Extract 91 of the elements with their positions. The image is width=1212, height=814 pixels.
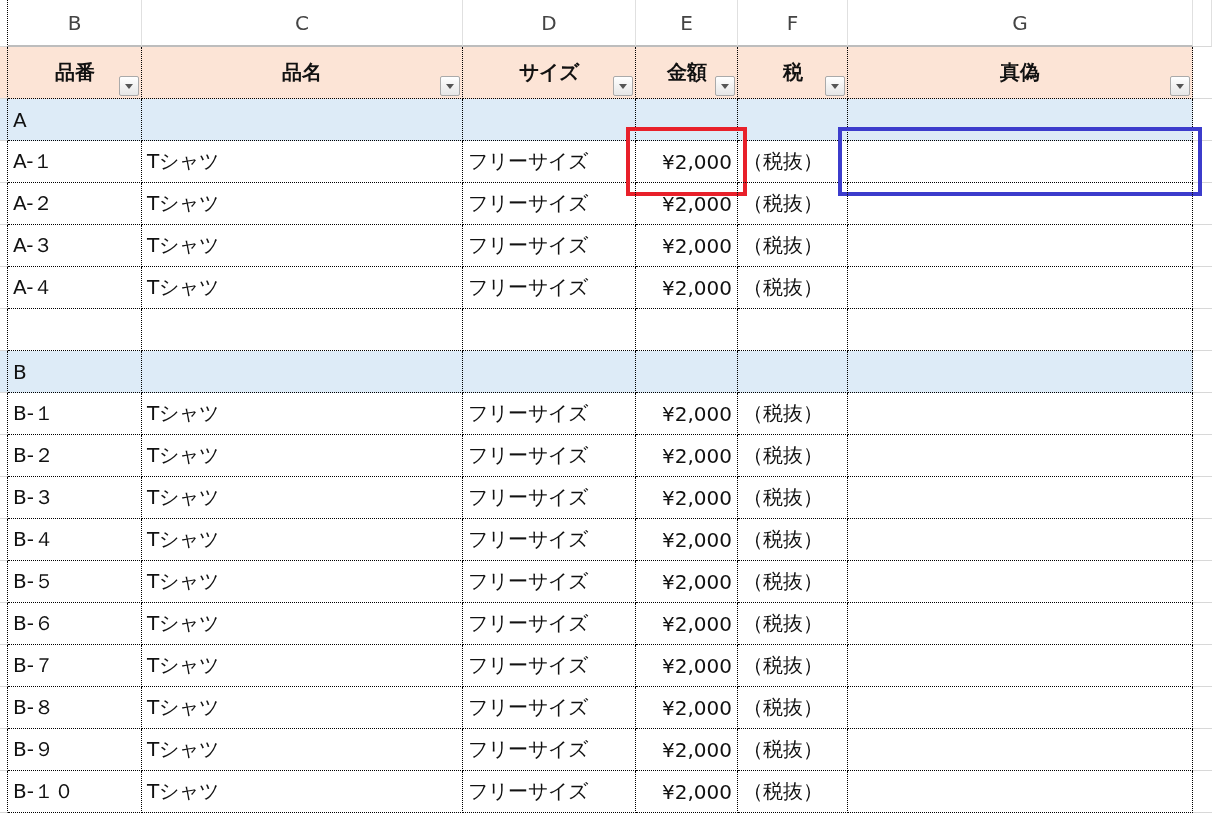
table-cell: B-３: [8, 477, 142, 519]
table-cell: B-９: [8, 729, 142, 771]
group-row-cell: A: [8, 99, 142, 141]
table-cell: ¥2,000: [636, 519, 738, 561]
table-cell: （税抜）: [738, 435, 848, 477]
table-cell: Tシャツ: [142, 141, 463, 183]
table-cell: A-４: [8, 267, 142, 309]
table-cell: ¥2,000: [636, 729, 738, 771]
table-cell: ¥2,000: [636, 267, 738, 309]
table-cell: （税抜）: [738, 603, 848, 645]
table-cell: フリーサイズ: [463, 729, 636, 771]
table-cell: B-２: [8, 435, 142, 477]
table-cell: （税抜）: [738, 225, 848, 267]
table-cell: ¥2,000: [636, 603, 738, 645]
header-label: サイズ: [519, 59, 579, 86]
header-label: 品名: [282, 59, 322, 86]
table-cell: Tシャツ: [142, 393, 463, 435]
table-cell: フリーサイズ: [463, 687, 636, 729]
table-cell: Tシャツ: [142, 603, 463, 645]
table-cell: フリーサイズ: [463, 225, 636, 267]
table-cell: Tシャツ: [142, 477, 463, 519]
filter-dropdown-button[interactable]: [613, 76, 633, 96]
table-cell: （税抜）: [738, 645, 848, 687]
table-cell: （税抜）: [738, 141, 848, 183]
table-cell: Tシャツ: [142, 267, 463, 309]
table-cell: ¥2,000: [636, 435, 738, 477]
dropdown-arrow-icon: [125, 83, 133, 89]
table-cell: フリーサイズ: [463, 393, 636, 435]
filter-dropdown-button[interactable]: [715, 76, 735, 96]
header-label: 税: [782, 59, 803, 86]
table-cell: B-１: [8, 393, 142, 435]
table-cell: Tシャツ: [142, 771, 463, 813]
filter-dropdown-button[interactable]: [119, 76, 139, 96]
table-cell: フリーサイズ: [463, 771, 636, 813]
table-cell: Tシャツ: [142, 561, 463, 603]
table-cell: フリーサイズ: [463, 645, 636, 687]
table-cell: フリーサイズ: [463, 435, 636, 477]
table-cell: （税抜）: [738, 183, 848, 225]
table-cell: （税抜）: [738, 519, 848, 561]
table-cell: フリーサイズ: [463, 519, 636, 561]
table-cell: A-３: [8, 225, 142, 267]
table-cell: A-２: [8, 183, 142, 225]
table-cell: ¥2,000: [636, 645, 738, 687]
table-cell: （税抜）: [738, 477, 848, 519]
table-cell: フリーサイズ: [463, 267, 636, 309]
filter-dropdown-button[interactable]: [440, 76, 460, 96]
table-cell: Tシャツ: [142, 519, 463, 561]
table-cell: B-４: [8, 519, 142, 561]
column-header-edge: [1193, 0, 1212, 47]
table-cell: ¥2,000: [636, 477, 738, 519]
dropdown-arrow-icon: [619, 83, 627, 89]
dropdown-arrow-icon: [831, 83, 839, 89]
filter-dropdown-button[interactable]: [825, 76, 845, 96]
table-cell: （税抜）: [738, 729, 848, 771]
table-cell: フリーサイズ: [463, 477, 636, 519]
dropdown-arrow-icon: [446, 83, 454, 89]
table-cell: （税抜）: [738, 771, 848, 813]
table-cell: B-６: [8, 603, 142, 645]
table-cell: ¥2,000: [636, 141, 738, 183]
table-cell: Tシャツ: [142, 645, 463, 687]
table-cell: B-１０: [8, 771, 142, 813]
table-cell: ¥2,000: [636, 687, 738, 729]
table-cell: フリーサイズ: [463, 603, 636, 645]
table-cell: A-１: [8, 141, 142, 183]
table-cell: （税抜）: [738, 561, 848, 603]
table-cell: ¥2,000: [636, 183, 738, 225]
table-cell: Tシャツ: [142, 435, 463, 477]
table-cell: Tシャツ: [142, 687, 463, 729]
table-cell: ¥2,000: [636, 771, 738, 813]
table-cell: Tシャツ: [142, 729, 463, 771]
header-label: 品番: [54, 59, 95, 86]
table-cell: Tシャツ: [142, 183, 463, 225]
table-cell: （税抜）: [738, 267, 848, 309]
table-cell: （税抜）: [738, 687, 848, 729]
table-cell: ¥2,000: [636, 225, 738, 267]
table-cell: Tシャツ: [142, 225, 463, 267]
table-cell: （税抜）: [738, 393, 848, 435]
dropdown-arrow-icon: [721, 83, 729, 89]
table-cell: ¥2,000: [636, 393, 738, 435]
table-cell: B-７: [8, 645, 142, 687]
group-row-cell: B: [8, 351, 142, 393]
table-cell: フリーサイズ: [463, 141, 636, 183]
table-cell: B-８: [8, 687, 142, 729]
header-label: 金額: [666, 59, 707, 86]
filter-dropdown-button[interactable]: [1170, 76, 1190, 96]
table-cell: B-５: [8, 561, 142, 603]
table-cell: ¥2,000: [636, 561, 738, 603]
table-cell: フリーサイズ: [463, 561, 636, 603]
dropdown-arrow-icon: [1176, 83, 1184, 89]
header-label: 真偽: [1000, 59, 1040, 86]
table-cell: フリーサイズ: [463, 183, 636, 225]
